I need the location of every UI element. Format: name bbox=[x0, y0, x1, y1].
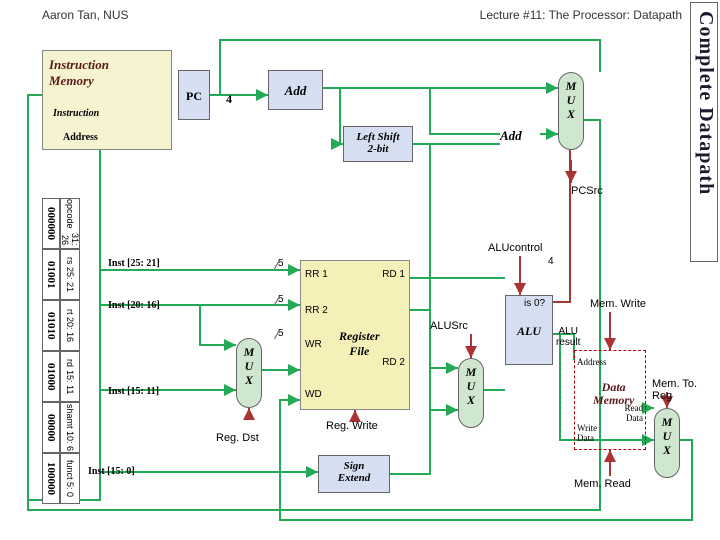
field-bits-3: 01000 bbox=[42, 351, 60, 402]
const-4: 4 bbox=[226, 92, 232, 107]
wr-port: WR bbox=[305, 339, 322, 350]
field-lbl-2: rt 20: 16 bbox=[60, 300, 80, 351]
alu-4: 4 bbox=[548, 256, 554, 267]
instruction-field-table: 000000opcode 31: 26 01001rs 25: 21 01010… bbox=[42, 198, 80, 504]
left-shift-block: Left Shift 2-bit bbox=[343, 126, 413, 162]
lecture-label: Lecture #11: The Processor: Datapath bbox=[480, 8, 682, 22]
dmem-addr: Address bbox=[577, 357, 607, 367]
wd-port: WD bbox=[305, 389, 322, 400]
memread-label: Mem. Read bbox=[574, 478, 631, 490]
lshift-l1: Left Shift bbox=[356, 131, 399, 143]
field-bits-1: 01001 bbox=[42, 249, 60, 300]
regdst-label: Reg. Dst bbox=[216, 432, 259, 444]
alusrc-label: ALUSrc bbox=[430, 320, 468, 332]
inst-15-11: Inst [15: 11] bbox=[108, 386, 159, 397]
inst-15-0: Inst [15: 0] bbox=[88, 466, 135, 477]
side-title: Complete Datapath bbox=[690, 2, 718, 262]
instruction-memory-block: InstructionMemory Instruction Address bbox=[42, 50, 172, 150]
header: Aaron Tan, NUS Lecture #11: The Processo… bbox=[42, 8, 682, 22]
rd2-port: RD 2 bbox=[382, 357, 405, 368]
field-bits-0: 000000 bbox=[42, 198, 60, 249]
alu-result-label: ALUresult bbox=[556, 326, 580, 348]
sign-extend-block: Sign Extend bbox=[318, 455, 390, 493]
field-bits-2: 01010 bbox=[42, 300, 60, 351]
dmem-wd: WriteData bbox=[577, 423, 597, 443]
imem-port: Instruction bbox=[53, 108, 99, 119]
pc-block: PC bbox=[178, 70, 210, 120]
mux-alusrc: MUX bbox=[458, 358, 484, 428]
regwrite-label: Reg. Write bbox=[326, 420, 378, 432]
mux-pcsrc: MUX bbox=[558, 72, 584, 150]
regfile-title: RegisterFile bbox=[339, 329, 380, 359]
signext-l2: Extend bbox=[338, 472, 370, 484]
field-lbl-0: opcode 31: 26 bbox=[60, 198, 80, 249]
rr2-port: RR 2 bbox=[305, 305, 328, 316]
lshift-l2: 2-bit bbox=[368, 143, 389, 155]
signext-l1: Sign bbox=[344, 460, 365, 472]
field-lbl-4: shamt 10: 6 bbox=[60, 402, 80, 453]
field-lbl-3: rd 15: 11 bbox=[60, 351, 80, 402]
dmem-rd: ReadData bbox=[625, 403, 644, 423]
is0-label: is 0? bbox=[524, 298, 545, 309]
imem-line2: Memory bbox=[49, 73, 94, 88]
alucontrol-label: ALUcontrol bbox=[488, 242, 542, 254]
mux-regdst: MUX bbox=[236, 338, 262, 408]
pcsrc-label: PCSrc bbox=[571, 185, 603, 197]
register-file-block: RR 1 RR 2 WR WD RD 1 RD 2 RegisterFile bbox=[300, 260, 410, 410]
field-bits-4: 00000 bbox=[42, 402, 60, 453]
inst-25-21: Inst [25: 21] bbox=[108, 258, 160, 269]
add-2-label: Add bbox=[500, 128, 522, 144]
field-lbl-5: funct 5: 0 bbox=[60, 453, 80, 504]
bus-5-3: 5 bbox=[278, 328, 284, 339]
rd1-port: RD 1 bbox=[382, 269, 405, 280]
inst-20-16: Inst [20: 16] bbox=[108, 300, 160, 311]
rr1-port: RR 1 bbox=[305, 269, 328, 280]
mux-memtoreg: MUX bbox=[654, 408, 680, 478]
author-label: Aaron Tan, NUS bbox=[42, 8, 129, 22]
memwrite-label: Mem. Write bbox=[590, 298, 646, 310]
add-1-block: Add bbox=[268, 70, 323, 110]
imem-addr: Address bbox=[63, 132, 98, 143]
bus-5-2: 5 bbox=[278, 294, 284, 305]
bus-5-1: 5 bbox=[278, 258, 284, 269]
field-lbl-1: rs 25: 21 bbox=[60, 249, 80, 300]
imem-line1: Instruction bbox=[49, 57, 109, 72]
data-memory-block: Address DataMemory WriteData ReadData bbox=[574, 350, 646, 450]
memtoreg-label: Mem. To. Reg bbox=[652, 378, 720, 402]
field-bits-5: 100000 bbox=[42, 453, 60, 504]
